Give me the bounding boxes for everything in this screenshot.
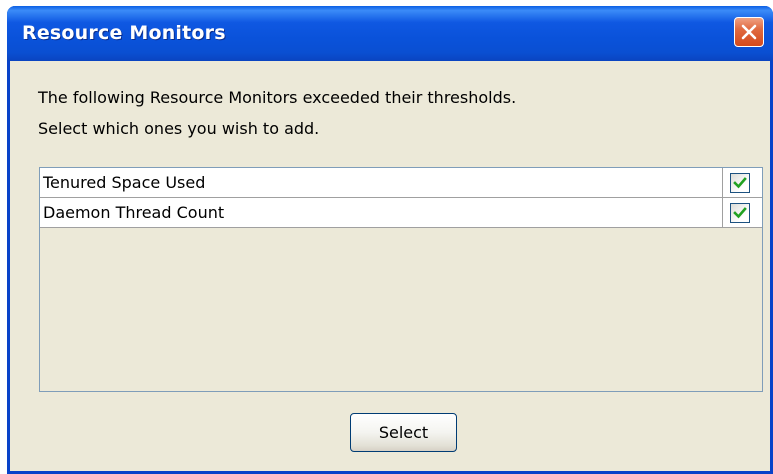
window-title: Resource Monitors [22, 22, 226, 44]
monitor-checkbox[interactable] [730, 203, 750, 223]
close-button[interactable] [734, 17, 764, 47]
monitor-label: Tenured Space Used [43, 173, 206, 192]
message-line-1: The following Resource Monitors exceeded… [38, 88, 517, 107]
monitor-label: Daemon Thread Count [43, 203, 225, 222]
list-item[interactable]: Tenured Space Used [40, 168, 762, 198]
list-item[interactable]: Daemon Thread Count [40, 198, 762, 228]
message-line-2: Select which ones you wish to add. [38, 119, 320, 138]
resource-monitors-dialog: Resource Monitors The following Resource… [7, 6, 773, 474]
check-icon [733, 177, 747, 189]
close-icon [741, 24, 757, 40]
monitor-checkbox[interactable] [730, 173, 750, 193]
title-bar[interactable]: Resource Monitors [7, 6, 773, 61]
monitor-list: Tenured Space Used Daemon Thread Count [39, 167, 763, 392]
column-divider [722, 168, 723, 197]
check-icon [733, 207, 747, 219]
select-button[interactable]: Select [350, 413, 457, 452]
column-divider [722, 198, 723, 227]
